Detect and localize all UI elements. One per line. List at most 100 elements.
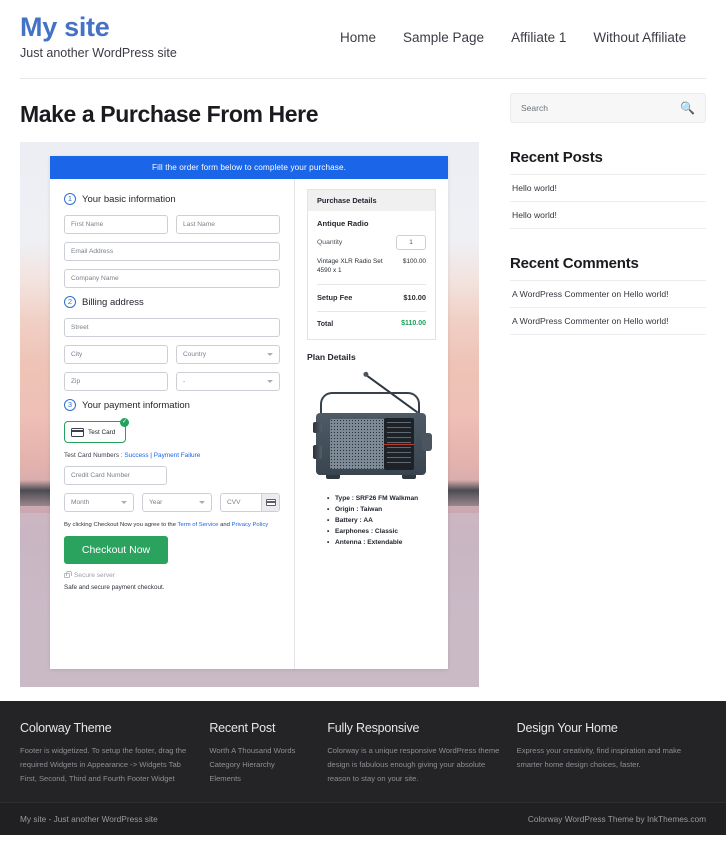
street-input[interactable]: Street <box>64 318 280 337</box>
plan-details-heading: Plan Details <box>307 352 356 363</box>
radio-knob-top <box>312 422 322 434</box>
step-1-label: Your basic information <box>82 193 176 205</box>
list-item[interactable]: A WordPress Commenter on Hello world! <box>510 307 706 335</box>
footer-widget-title: Colorway Theme <box>20 721 112 735</box>
page-title: Make a Purchase From Here <box>20 101 319 127</box>
step-1-number: 1 <box>64 193 76 205</box>
city-country-row: City Country <box>64 345 280 364</box>
expiry-cvv-row: Month Year CVV <box>64 493 280 512</box>
nav-item-affiliate-1[interactable]: Affiliate 1 <box>511 30 566 45</box>
company-row: Company Name <box>64 269 280 288</box>
state-select[interactable]: - <box>176 372 280 391</box>
line-item-label: Vintage XLR Radio Set 4590 x 1 <box>317 258 383 274</box>
order-form-body: 1 Your basic information First Name Last… <box>50 179 448 669</box>
test-card-success-link[interactable]: Success <box>124 452 148 459</box>
line-item-row: Vintage XLR Radio Set 4590 x 1 $100.00 <box>317 258 426 285</box>
site-branding[interactable]: My site Just another WordPress site <box>20 12 177 60</box>
footer-widget-text: Colorway is a unique responsive WordPres… <box>327 746 500 784</box>
list-item[interactable]: Category Hierarchy <box>209 758 311 772</box>
form-background-image: Fill the order form below to complete yo… <box>20 142 479 687</box>
quantity-input[interactable]: 1 <box>396 235 426 250</box>
copyright-bar: My site - Just another WordPress site Co… <box>0 802 726 836</box>
quantity-row: Quantity 1 <box>317 235 426 250</box>
line-item-amount: $100.00 <box>402 258 426 265</box>
sidebar: Search 🔍 Recent Posts Hello world! Hello… <box>490 79 706 687</box>
nav-item-without-affiliate[interactable]: Without Affiliate <box>593 30 686 45</box>
main-content: Make a Purchase From Here Fill the order… <box>20 79 490 687</box>
site-header: My site Just another WordPress site Home… <box>0 0 726 78</box>
order-form-fields: 1 Your basic information First Name Last… <box>50 179 295 669</box>
nav-item-sample-page[interactable]: Sample Page <box>403 30 484 45</box>
card-number-row: Credit Card Number <box>64 466 280 485</box>
radio-speaker-grille <box>329 419 386 470</box>
list-item[interactable]: Elements <box>209 772 311 786</box>
step-3-label: Your payment information <box>82 399 190 411</box>
credit-card-icon <box>71 427 84 437</box>
privacy-policy-link[interactable]: Privacy Policy <box>232 522 269 528</box>
footer-widget-title: Fully Responsive <box>327 721 420 735</box>
search-icon[interactable]: 🔍 <box>680 102 695 114</box>
country-select[interactable]: Country <box>176 345 280 364</box>
test-card-prefix: Test Card Numbers : <box>64 452 125 459</box>
credit-card-number-input[interactable]: Credit Card Number <box>64 466 167 485</box>
list-item[interactable]: A WordPress Commenter on Hello world! <box>510 280 706 307</box>
expiry-month-select[interactable]: Month <box>64 493 134 512</box>
list-item[interactable]: Worth A Thousand Words <box>209 744 311 758</box>
radio-foot-left <box>325 475 340 480</box>
plan-spec-list: Type : SRF26 FM Walkman Origin : Taiwan … <box>307 494 436 548</box>
cvv-input[interactable]: CVV <box>221 499 261 506</box>
check-badge-icon: ✓ <box>120 418 129 427</box>
main-navigation[interactable]: Home Sample Page Affiliate 1 Without Aff… <box>340 30 686 45</box>
email-row: Email Address <box>64 242 280 261</box>
zip-input[interactable]: Zip <box>64 372 168 391</box>
step-3-number: 3 <box>64 399 76 411</box>
secure-server-row: Secure server <box>64 571 280 580</box>
chevron-down-icon <box>199 501 205 504</box>
list-item[interactable]: Hello world! <box>510 201 706 229</box>
search-widget[interactable]: Search 🔍 <box>510 93 706 123</box>
footer-widget-title: Recent Post <box>209 721 276 735</box>
list-item: Earphones : Classic <box>327 527 436 538</box>
step-3-heading: 3 Your payment information <box>64 399 280 411</box>
total-amount: $110.00 <box>401 320 426 328</box>
search-input[interactable]: Search <box>521 103 548 113</box>
footer-widget-recent-post: Recent Post Worth A Thousand Words Categ… <box>209 721 327 786</box>
purchase-details-box: Purchase Details Antique Radio Quantity … <box>307 189 436 341</box>
order-form-card: Fill the order form below to complete yo… <box>50 156 448 669</box>
last-name-input[interactable]: Last Name <box>176 215 280 234</box>
list-item[interactable]: Hello world! <box>510 174 706 201</box>
list-item: Battery : AA <box>327 516 436 527</box>
recent-posts-list: Hello world! Hello world! <box>510 174 706 229</box>
expiry-year-select[interactable]: Year <box>142 493 212 512</box>
first-name-input[interactable]: First Name <box>64 215 168 234</box>
order-summary-panel: Purchase Details Antique Radio Quantity … <box>295 179 448 669</box>
checkout-now-button[interactable]: Checkout Now <box>64 536 168 565</box>
footer-widget-fully-responsive: Fully Responsive Colorway is a unique re… <box>327 721 516 786</box>
secure-server-label: Secure server <box>74 572 116 580</box>
agreement-prefix: By clicking Checkout Now you agree to th… <box>64 522 178 528</box>
copyright-right[interactable]: Colorway WordPress Theme by InkThemes.co… <box>528 814 706 824</box>
setup-fee-label: Setup Fee <box>317 292 353 302</box>
payment-method-label: Test Card <box>88 428 116 436</box>
radio-knob-bottom <box>312 445 322 460</box>
nav-item-home[interactable]: Home <box>340 30 376 45</box>
purchase-details-body: Antique Radio Quantity 1 Vintage XLR Rad… <box>308 211 435 339</box>
agreement-text: By clicking Checkout Now you agree to th… <box>64 521 280 529</box>
site-title[interactable]: My site <box>20 12 177 43</box>
agreement-middle: and <box>218 522 232 528</box>
company-name-input[interactable]: Company Name <box>64 269 280 288</box>
radio-foot-right <box>401 475 416 480</box>
terms-of-service-link[interactable]: Term of Service <box>178 522 219 528</box>
city-input[interactable]: City <box>64 345 168 364</box>
test-card-failure-link[interactable]: Payment Failure <box>154 452 201 459</box>
radio-body <box>312 413 432 480</box>
test-card-numbers: Test Card Numbers : Success | Payment Fa… <box>64 452 280 459</box>
list-item: Type : SRF26 FM Walkman <box>327 494 436 505</box>
page-body: Make a Purchase From Here Fill the order… <box>0 79 726 687</box>
purchase-item-title: Antique Radio <box>317 219 369 228</box>
email-input[interactable]: Email Address <box>64 242 280 261</box>
cvv-card-icon[interactable] <box>261 494 279 511</box>
payment-method-test-card[interactable]: Test Card ✓ <box>64 418 129 443</box>
cvv-field[interactable]: CVV <box>220 493 280 512</box>
state-select-value: - <box>183 378 186 385</box>
